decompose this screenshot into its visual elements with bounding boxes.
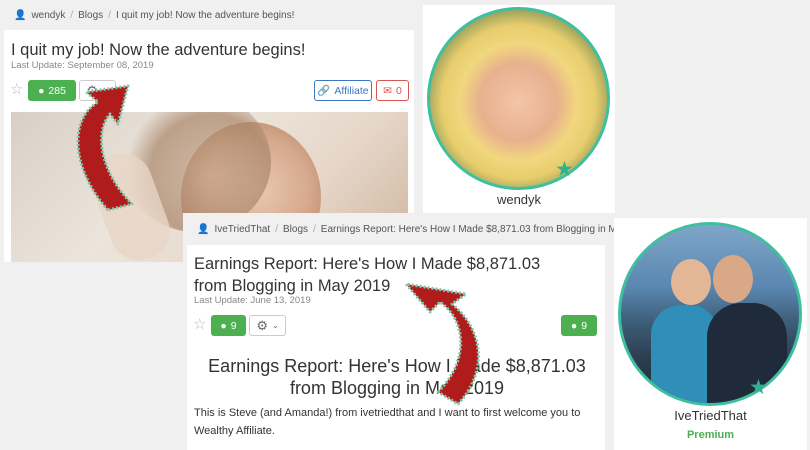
arrow-1 (76, 84, 134, 212)
arrow-2 (404, 282, 480, 406)
annotation-arrows (76, 84, 480, 406)
